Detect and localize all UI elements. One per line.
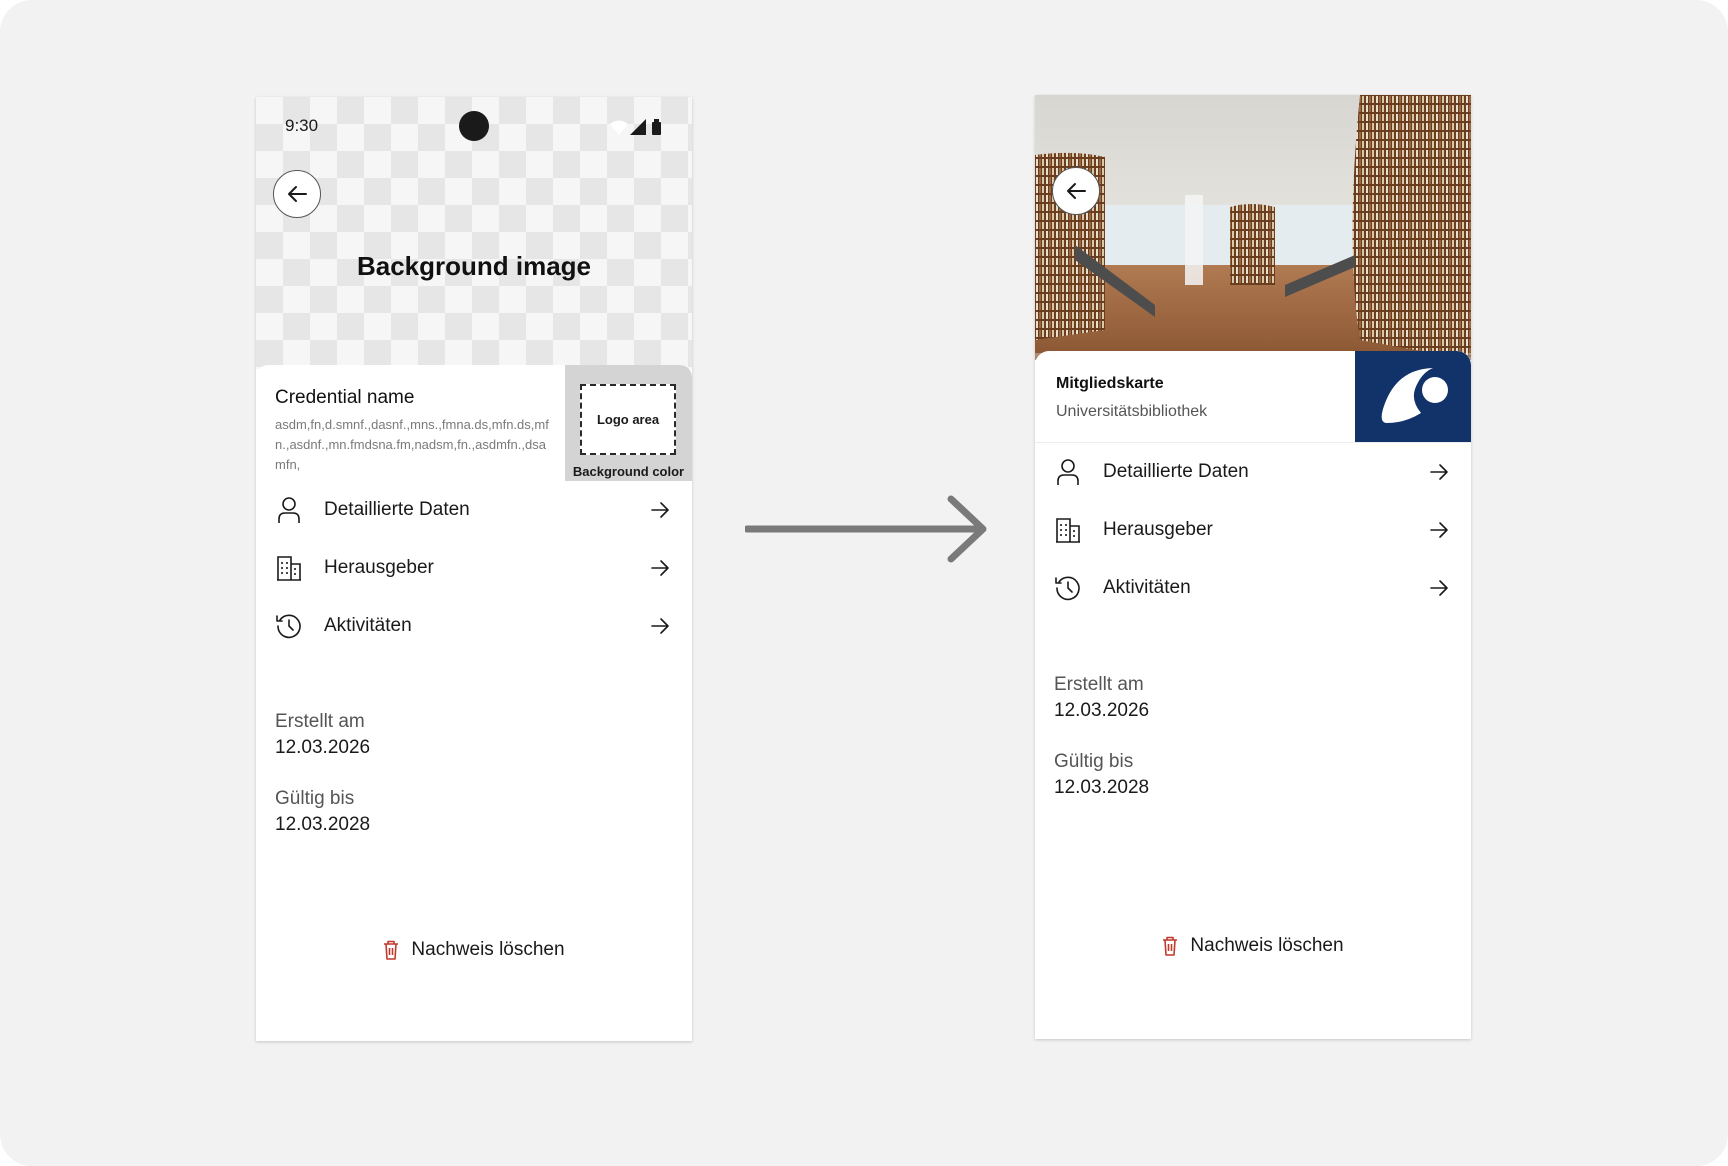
valid-until-label: Gültig bis bbox=[275, 788, 355, 809]
status-bar-time: 9:30 bbox=[285, 116, 319, 135]
arrow-right-icon bbox=[1430, 580, 1448, 596]
delete-credential-button[interactable]: Nachweis löschen bbox=[1035, 935, 1471, 957]
menu-item-herausgeber[interactable]: Herausgeber bbox=[256, 539, 692, 597]
battery-icon bbox=[652, 122, 661, 135]
library-logo-icon bbox=[1381, 368, 1448, 423]
valid-until-value: 12.03.2028 bbox=[275, 814, 371, 835]
credential-issuer: Universitätsbibliothek bbox=[1056, 403, 1208, 420]
person-icon bbox=[275, 496, 303, 524]
menu-item-herausgeber[interactable]: Herausgeber bbox=[1035, 501, 1471, 559]
trash-icon bbox=[1163, 936, 1178, 956]
background-image-label: Background image bbox=[356, 251, 592, 281]
credential-dates: Erstellt am 12.03.2026 Gültig bis 12.03.… bbox=[275, 709, 370, 838]
delete-credential-button[interactable]: Nachweis löschen bbox=[256, 939, 692, 961]
logo-area: Logo area bbox=[580, 384, 676, 455]
arrow-right-icon bbox=[1430, 464, 1448, 480]
building-icon bbox=[1054, 516, 1082, 544]
credential-card: Mitgliedskarte Universitätsbibliothek bbox=[1035, 351, 1471, 443]
created-label: Erstellt am bbox=[1054, 674, 1144, 695]
menu-item-label: Herausgeber bbox=[1103, 519, 1213, 540]
valid-until-value: 12.03.2028 bbox=[1054, 777, 1150, 798]
arrow-right-icon bbox=[651, 560, 669, 576]
created-date-block: Erstellt am 12.03.2026 bbox=[275, 709, 370, 761]
library-photo bbox=[1035, 95, 1471, 360]
camera-cutout bbox=[459, 111, 489, 141]
menu-item-label: Aktivitäten bbox=[324, 615, 412, 636]
menu-item-aktivitaeten[interactable]: Aktivitäten bbox=[1035, 559, 1471, 617]
valid-until-label: Gültig bis bbox=[1054, 751, 1134, 772]
delete-credential-label: Nachweis löschen bbox=[1190, 935, 1344, 956]
back-button[interactable] bbox=[273, 170, 321, 218]
delete-credential-label: Nachweis löschen bbox=[411, 939, 565, 960]
menu-item-detaillierte-daten[interactable]: Detaillierte Daten bbox=[256, 481, 692, 539]
person-icon bbox=[1054, 458, 1082, 486]
presentation-canvas: 9:30 Background image Credential name as… bbox=[0, 0, 1728, 1166]
wifi-icon bbox=[610, 120, 628, 135]
background-color-area: Logo area Background color bbox=[565, 365, 692, 481]
menu-item-label: Herausgeber bbox=[324, 557, 434, 578]
credential-card: Credential name asdm,fn,d.smnf.,dasnf.,m… bbox=[256, 365, 692, 481]
arrow-right-icon bbox=[651, 618, 669, 634]
menu-item-label: Detaillierte Daten bbox=[324, 499, 470, 520]
signal-icon bbox=[630, 119, 646, 135]
background-color-label: Background color bbox=[572, 464, 685, 479]
arrow-right-icon bbox=[1430, 522, 1448, 538]
issuer-logo bbox=[1355, 351, 1471, 442]
template-phone-screen: 9:30 Background image Credential name as… bbox=[256, 97, 692, 1041]
valid-date-block: Gültig bis 12.03.2028 bbox=[1054, 749, 1149, 801]
credential-title: Mitgliedskarte bbox=[1056, 375, 1164, 392]
credential-description: asdm,fn,d.smnf.,dasnf.,mns.,fmna.ds,mfn.… bbox=[275, 417, 549, 472]
flow-arrow-icon bbox=[745, 495, 987, 563]
created-date-block: Erstellt am 12.03.2026 bbox=[1054, 672, 1149, 724]
arrow-right-icon bbox=[651, 502, 669, 518]
arrow-left-icon bbox=[1067, 183, 1086, 199]
history-icon bbox=[275, 612, 303, 640]
credential-menu: Detaillierte Daten Herausgeber Aktivität… bbox=[256, 481, 692, 655]
created-value: 12.03.2026 bbox=[275, 737, 371, 758]
valid-date-block: Gültig bis 12.03.2028 bbox=[275, 786, 370, 838]
building-icon bbox=[275, 554, 303, 582]
trash-icon bbox=[384, 940, 399, 960]
history-icon bbox=[1054, 574, 1082, 602]
back-button[interactable] bbox=[1052, 167, 1100, 215]
credential-dates: Erstellt am 12.03.2026 Gültig bis 12.03.… bbox=[1054, 672, 1149, 801]
logo-area-label: Logo area bbox=[596, 412, 660, 427]
menu-item-label: Aktivitäten bbox=[1103, 577, 1191, 598]
credential-menu: Detaillierte Daten Herausgeber Aktivität… bbox=[1035, 443, 1471, 617]
created-label: Erstellt am bbox=[275, 711, 365, 732]
result-phone-screen: Mitgliedskarte Universitätsbibliothek De… bbox=[1035, 95, 1471, 1039]
menu-item-detaillierte-daten[interactable]: Detaillierte Daten bbox=[1035, 443, 1471, 501]
created-value: 12.03.2026 bbox=[1054, 700, 1150, 721]
credential-name: Credential name bbox=[275, 387, 415, 408]
menu-item-aktivitaeten[interactable]: Aktivitäten bbox=[256, 597, 692, 655]
menu-item-label: Detaillierte Daten bbox=[1103, 461, 1249, 482]
arrow-left-icon bbox=[288, 186, 307, 202]
status-icons bbox=[610, 119, 661, 135]
